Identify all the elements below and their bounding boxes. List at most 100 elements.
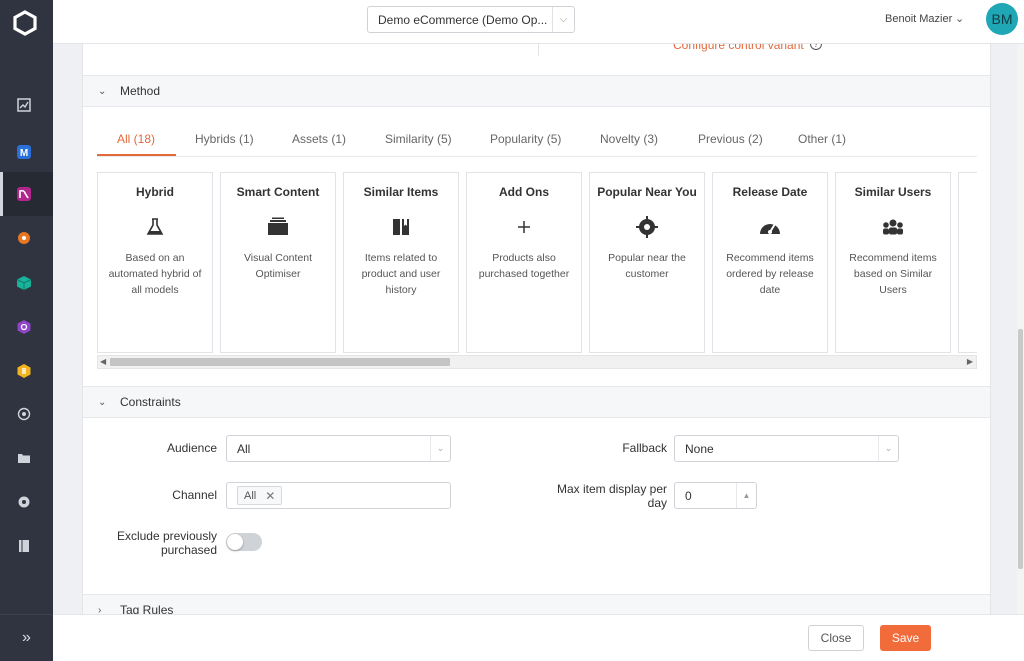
app-logo[interactable]: [10, 8, 40, 38]
exclude-purchased-label: Exclude previously purchased: [116, 529, 217, 557]
target-icon[interactable]: [13, 403, 35, 425]
tab-novelty[interactable]: Novelty (3): [600, 132, 658, 146]
chevron-right-icon: ›: [98, 604, 102, 615]
tag-rules-section-title: Tag Rules: [120, 603, 174, 614]
card-title: Similar Items: [363, 185, 439, 199]
messaging-icon[interactable]: M: [13, 141, 35, 163]
channel-tag-label: All: [244, 489, 257, 502]
card-title: Hybrid: [135, 185, 174, 199]
chevron-down-icon[interactable]: ⌵: [552, 7, 574, 32]
scroll-right-icon[interactable]: ▶: [967, 357, 973, 366]
method-card-similar-users[interactable]: Similar Users Recommend items based on S…: [835, 172, 951, 353]
tab-assets[interactable]: Assets (1): [292, 132, 346, 146]
user-name[interactable]: Benoit Mazier: [885, 13, 952, 25]
scrollbar-thumb[interactable]: [1018, 329, 1023, 569]
max-item-label: Max item display per day: [556, 482, 667, 510]
max-item-input[interactable]: 0 ▲: [674, 482, 757, 509]
plus-icon: [512, 215, 536, 239]
chevron-down-icon: ⌄: [98, 85, 107, 97]
recommendations-icon[interactable]: [13, 183, 35, 205]
scroll-left-icon[interactable]: ◀: [100, 357, 106, 366]
card-title: Popular Near You: [597, 185, 697, 199]
audience-label: Audience: [166, 441, 217, 455]
method-card-partial[interactable]: [958, 172, 977, 353]
tag-rules-section-header[interactable]: › Tag Rules: [83, 594, 990, 615]
page-vertical-scrollbar[interactable]: [1017, 44, 1024, 614]
expand-sidebar-icon[interactable]: »: [0, 614, 53, 661]
chevron-down-icon: ⌄: [878, 436, 898, 461]
card-title: Smart Content: [236, 185, 320, 199]
folder-icon[interactable]: [13, 447, 35, 469]
users-group-icon: [881, 215, 905, 239]
tab-other[interactable]: Other (1): [798, 132, 846, 146]
method-card-release-date[interactable]: Release Date Recommend items ordered by …: [712, 172, 828, 353]
audience-value: All: [237, 441, 251, 456]
chevron-down-icon: ⌄: [98, 396, 107, 408]
main-panel: Configure control variant ? ⌄ Method All…: [82, 44, 991, 614]
method-card-hybrid[interactable]: Hybrid Based on an automated hybrid of a…: [97, 172, 213, 353]
remove-tag-icon[interactable]: ✕: [265, 489, 275, 503]
top-bar: Demo eCommerce (Demo Op... ⌵ Benoit Mazi…: [53, 0, 1024, 44]
analytics-icon[interactable]: [13, 94, 35, 116]
book-sidebar-icon[interactable]: [13, 535, 35, 557]
location-icon[interactable]: [13, 228, 35, 250]
cube-icon[interactable]: [13, 272, 35, 294]
toggle-knob: [227, 534, 243, 550]
column-divider: [538, 44, 539, 56]
tab-previous[interactable]: Previous (2): [698, 132, 763, 146]
card-description: Popular near the customer: [608, 252, 686, 280]
account-selector[interactable]: Demo eCommerce (Demo Op... ⌵: [367, 6, 575, 33]
stepper-up-icon[interactable]: ▲: [736, 483, 756, 508]
speedometer-icon: [758, 215, 782, 239]
sidebar: M »: [0, 0, 53, 661]
fallback-value: None: [685, 441, 714, 456]
channel-tag: All ✕: [237, 486, 283, 505]
card-description: Recommend items based on Similar Users: [849, 252, 937, 296]
svg-text:M: M: [20, 148, 28, 159]
hexagon-settings-icon[interactable]: [13, 316, 35, 338]
constraints-section-title: Constraints: [120, 395, 181, 409]
method-card-popular-near-you[interactable]: Popular Near You Popular near the custom…: [589, 172, 705, 353]
method-card-add-ons[interactable]: Add Ons Products also purchased together: [466, 172, 582, 353]
method-section-header[interactable]: ⌄ Method: [83, 75, 990, 107]
constraints-section-header[interactable]: ⌄ Constraints: [83, 386, 990, 418]
info-icon[interactable]: ?: [810, 44, 822, 50]
tab-all[interactable]: All (18): [117, 132, 155, 146]
method-card-similar-items[interactable]: Similar Items Items related to product a…: [343, 172, 459, 353]
exclude-purchased-toggle[interactable]: [226, 533, 262, 551]
tab-hybrids[interactable]: Hybrids (1): [195, 132, 254, 146]
method-section-title: Method: [120, 84, 161, 98]
scrollbar-thumb[interactable]: [110, 358, 450, 366]
audience-select[interactable]: All ⌄: [226, 435, 451, 462]
cards-horizontal-scrollbar[interactable]: ◀ ▶: [97, 355, 977, 369]
book-icon: [389, 215, 413, 239]
card-title: Release Date: [732, 185, 808, 199]
save-button[interactable]: Save: [880, 625, 931, 651]
hexagon-badge-icon[interactable]: [13, 360, 35, 382]
method-tabs: All (18) Hybrids (1) Assets (1) Similari…: [97, 128, 977, 157]
configure-control-variant-link[interactable]: Configure control variant: [673, 44, 804, 52]
card-description: Recommend items ordered by release date: [726, 252, 814, 296]
channel-multiselect[interactable]: All ✕: [226, 482, 451, 509]
footer-bar: Close Save: [53, 614, 1024, 661]
user-menu-chevron-icon[interactable]: ⌄: [955, 12, 964, 25]
account-selector-value: Demo eCommerce (Demo Op...: [378, 12, 548, 27]
card-description: Items related to product and user histor…: [361, 252, 441, 296]
chevron-down-icon: ⌄: [430, 436, 450, 461]
location-target-icon: [635, 215, 659, 239]
method-card-smart-content[interactable]: Smart Content Visual Content Optimiser: [220, 172, 336, 353]
card-title: Add Ons: [499, 185, 549, 199]
tab-similarity[interactable]: Similarity (5): [385, 132, 452, 146]
close-button[interactable]: Close: [808, 625, 864, 651]
content-stack-icon: [266, 215, 290, 239]
card-description: Visual Content Optimiser: [243, 252, 313, 280]
channel-label: Channel: [172, 488, 217, 502]
settings-icon[interactable]: [13, 491, 35, 513]
card-description: Products also purchased together: [478, 252, 570, 280]
fallback-select[interactable]: None ⌄: [674, 435, 899, 462]
method-cards: Hybrid Based on an automated hybrid of a…: [97, 172, 977, 353]
flask-icon: [143, 215, 167, 239]
max-item-value: 0: [685, 488, 692, 503]
tab-popularity[interactable]: Popularity (5): [490, 132, 561, 146]
avatar[interactable]: BM: [986, 3, 1018, 35]
